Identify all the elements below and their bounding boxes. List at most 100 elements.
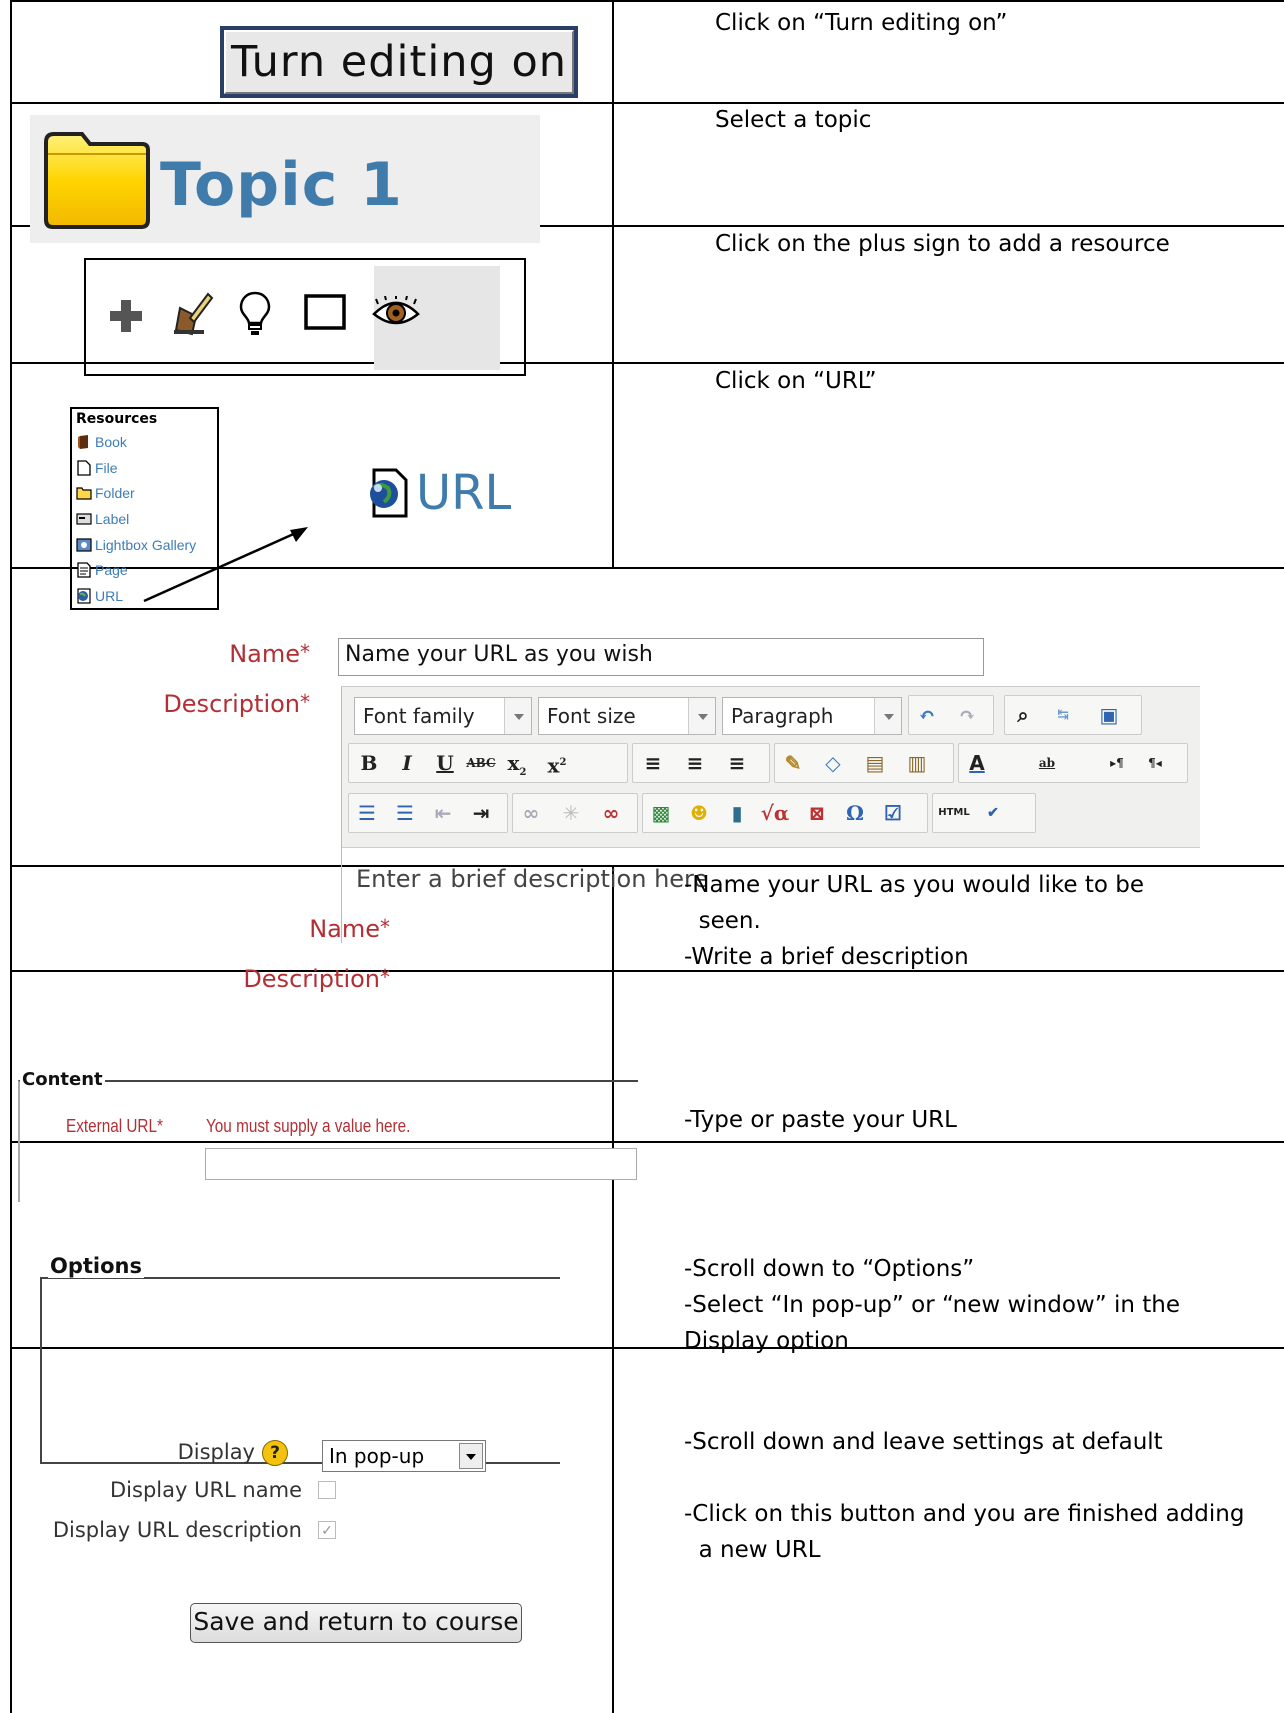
eraser-icon[interactable]: ◇	[818, 748, 848, 778]
instruction-text: -Select “In pop-up” or “new window” in t…	[684, 1292, 1180, 1318]
external-url-label: External URL*	[66, 1116, 163, 1136]
anchor-icon[interactable]: ⊠	[802, 798, 832, 828]
editor-toolbar: Font family Font size Paragraph ↶ ↷ ⌕ ↹ …	[342, 687, 1200, 848]
text-color-icon[interactable]: A	[962, 748, 992, 778]
instruction-text: -Write a brief description	[684, 944, 969, 970]
instruction-text: a new URL	[684, 1537, 821, 1563]
cleanup-icon[interactable]: ✎	[778, 748, 808, 778]
gallery-icon	[76, 537, 92, 552]
instruction-text: seen.	[684, 908, 761, 934]
display-url-description-label: Display URL description	[52, 1518, 302, 1542]
resources-menu-title: Resources	[76, 411, 158, 427]
eye-icon[interactable]	[372, 296, 420, 330]
resource-item-folder[interactable]: Folder	[76, 480, 213, 506]
paste-word-icon[interactable]: ▥	[902, 748, 932, 778]
indent-icon[interactable]: ⇥	[466, 798, 496, 828]
replace-icon[interactable]: ↹	[1048, 700, 1078, 730]
instruction-text: -Name your URL as you would like to be	[684, 872, 1145, 898]
page-icon	[77, 562, 91, 578]
turn-editing-on-button[interactable]: Turn editing on	[220, 26, 578, 98]
unlink-icon[interactable]: ✳	[556, 798, 586, 828]
external-url-input[interactable]	[205, 1148, 637, 1180]
edit-icon[interactable]	[170, 290, 214, 336]
find-icon[interactable]: ⌕	[1008, 700, 1038, 730]
nolink-icon[interactable]: ∞	[596, 798, 626, 828]
display-url-description-checkbox[interactable]: ✓	[318, 1521, 336, 1539]
book-icon	[78, 434, 88, 449]
instruction-text: Click on the plus sign to add a resource	[715, 231, 1170, 257]
resource-item-label: File	[95, 459, 118, 476]
special-char-icon[interactable]: Ω	[840, 798, 870, 828]
numbered-list-icon[interactable]: ☰	[390, 798, 420, 828]
save-and-return-button[interactable]: Save and return to course	[190, 1603, 522, 1643]
paragraph-select[interactable]: Paragraph	[722, 697, 902, 735]
paste-text-icon[interactable]: ▤	[860, 748, 890, 778]
description-editor[interactable]: Font family Font size Paragraph ↶ ↷ ⌕ ↹ …	[341, 686, 1200, 943]
content-legend: Content	[20, 1069, 105, 1090]
align-center-icon[interactable]: ≡	[680, 748, 710, 778]
subscript-icon[interactable]: x2	[502, 748, 532, 778]
globe-icon	[370, 468, 408, 518]
underline-icon[interactable]: U	[430, 748, 460, 778]
display-label: Display	[177, 1440, 255, 1464]
external-url-error: You must supply a value here.	[206, 1116, 411, 1136]
topic-label[interactable]: Topic 1	[160, 150, 403, 220]
resource-item-label: Book	[95, 433, 127, 450]
table-icon[interactable]: ☑	[878, 798, 908, 828]
highlight-color-icon[interactable]: ab	[1032, 748, 1062, 778]
font-size-select[interactable]: Font size	[538, 697, 716, 735]
instruction-text: -Scroll down and leave settings at defau…	[684, 1429, 1163, 1455]
resource-icon-bar	[84, 258, 526, 376]
equation-icon[interactable]: √α	[760, 798, 790, 828]
fullscreen-icon[interactable]: ▣	[1094, 700, 1124, 730]
emoticon-icon[interactable]: ☻	[684, 798, 714, 828]
outdent-icon[interactable]: ⇤	[428, 798, 458, 828]
display-url-name-label: Display URL name	[110, 1478, 302, 1502]
resource-item-book[interactable]: Book	[76, 429, 213, 455]
label-icon	[76, 513, 92, 525]
url-resource-link[interactable]: URL	[366, 465, 511, 521]
plus-icon[interactable]	[108, 298, 144, 334]
link-icon[interactable]: ∞	[516, 798, 546, 828]
url-label: URL	[416, 465, 512, 521]
bullet-list-icon[interactable]: ☰	[352, 798, 382, 828]
folder-icon	[44, 132, 150, 229]
name-label: Name*	[229, 640, 310, 668]
description-label: Description*	[243, 965, 390, 993]
bold-icon[interactable]: B	[354, 748, 384, 778]
instruction-text: Select a topic	[715, 107, 872, 133]
resource-item-file[interactable]: File	[76, 455, 213, 481]
media-icon[interactable]: ▮	[722, 798, 752, 828]
display-url-name-checkbox[interactable]	[318, 1481, 336, 1499]
help-icon[interactable]: ?	[262, 1440, 288, 1466]
html-icon[interactable]: HTML	[936, 798, 972, 828]
name-label: Name*	[309, 915, 390, 943]
redo-icon[interactable]: ↷	[952, 700, 982, 730]
display-select[interactable]: In pop-up	[322, 1440, 486, 1472]
folder-icon	[76, 487, 92, 500]
ltr-icon[interactable]: ▸¶	[1102, 748, 1132, 778]
content-fieldset	[18, 1080, 638, 1202]
instruction-text: Click on “Turn editing on”	[715, 10, 1008, 36]
rtl-icon[interactable]: ¶◂	[1140, 748, 1170, 778]
resource-item-label: Label	[95, 510, 130, 527]
pointer-arrow	[143, 527, 308, 603]
name-input[interactable]: Name your URL as you wish	[338, 638, 984, 676]
italic-icon[interactable]: I	[392, 748, 422, 778]
superscript-icon[interactable]: x2	[542, 748, 572, 778]
file-icon	[77, 459, 91, 476]
options-legend: Options	[48, 1254, 144, 1278]
spellcheck-icon[interactable]: ✔	[978, 798, 1008, 828]
lightbulb-icon[interactable]	[238, 290, 272, 338]
resource-item-label: URL	[95, 587, 124, 604]
description-editor-text[interactable]: Enter a brief description here	[356, 865, 708, 893]
image-icon[interactable]: ▩	[646, 798, 676, 828]
globe-icon	[77, 588, 91, 604]
undo-icon[interactable]: ↶	[912, 700, 942, 730]
strikethrough-icon[interactable]: ABC	[466, 748, 496, 778]
align-left-icon[interactable]: ≡	[638, 748, 668, 778]
resource-item-label: Folder	[95, 485, 135, 502]
align-right-icon[interactable]: ≡	[722, 748, 752, 778]
font-family-select[interactable]: Font family	[354, 697, 532, 735]
square-icon[interactable]	[304, 294, 346, 330]
